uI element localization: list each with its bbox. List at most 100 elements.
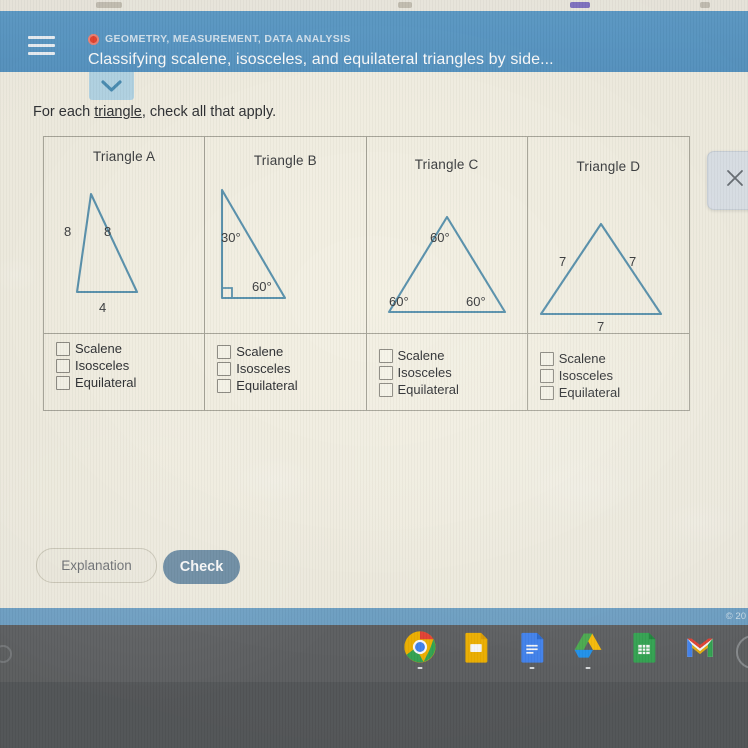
triangle-c-left-angle-label: 60° bbox=[389, 294, 409, 309]
checkbox-a-equilateral[interactable] bbox=[56, 375, 70, 390]
table-row-figures: Triangle A 8 8 4 Scalene Isosceles Equil… bbox=[44, 137, 689, 410]
google-sheets-icon[interactable] bbox=[627, 630, 661, 664]
checkbox-label-c-isosceles: Isosceles bbox=[397, 365, 452, 380]
checkbox-row-d-equilateral[interactable]: Equilateral bbox=[539, 385, 689, 400]
sliver-artifact bbox=[96, 2, 122, 8]
triangle-c-figure-area: Triangle C 60° 60° 60° bbox=[367, 137, 527, 333]
triangle-b-drawing: 30° 60° bbox=[205, 168, 365, 333]
checkbox-label-a-scalene: Scalene bbox=[75, 341, 122, 356]
checkbox-d-equilateral[interactable] bbox=[539, 385, 554, 400]
checkbox-label-b-equilateral: Equilateral bbox=[236, 378, 298, 393]
screenshot-root: GEOMETRY, MEASUREMENT, DATA ANALYSIS Cla… bbox=[0, 0, 748, 748]
checkbox-a-isosceles[interactable] bbox=[56, 358, 70, 373]
triangle-d-drawing: 7 7 7 bbox=[528, 174, 689, 334]
triangle-a-options: Scalene Isosceles Equilateral bbox=[44, 333, 205, 400]
instructions-before: For each bbox=[33, 104, 95, 120]
checkbox-row-a-isosceles[interactable]: Isosceles bbox=[56, 358, 204, 373]
triangle-cell-d: Triangle D 7 7 7 Scalene Isosceles Equil… bbox=[527, 137, 689, 410]
desk-surface bbox=[0, 682, 748, 748]
instructions-text: For each triangle, check all that apply. bbox=[33, 104, 276, 120]
close-icon bbox=[727, 170, 743, 186]
category-row: GEOMETRY, MEASUREMENT, DATA ANALYSIS bbox=[88, 33, 351, 45]
triangle-d-right-label: 7 bbox=[629, 254, 636, 269]
page-title: Classifying scalene, isosceles, and equi… bbox=[88, 51, 554, 68]
checkbox-label-a-isosceles: Isosceles bbox=[75, 358, 130, 373]
checkbox-label-d-equilateral: Equilateral bbox=[558, 385, 621, 400]
triangles-table: Triangle A 8 8 4 Scalene Isosceles Equil… bbox=[43, 136, 690, 411]
checkbox-b-equilateral[interactable] bbox=[217, 378, 232, 393]
checkbox-a-scalene[interactable] bbox=[56, 341, 70, 356]
triangle-c-right-angle-label: 60° bbox=[466, 294, 486, 309]
check-button-label: Check bbox=[179, 559, 224, 575]
gmail-icon[interactable] bbox=[683, 630, 717, 664]
checkbox-row-d-isosceles[interactable]: Isosceles bbox=[539, 368, 689, 383]
triangle-d-label: Triangle D bbox=[576, 159, 641, 174]
sliver-artifact bbox=[570, 2, 590, 8]
checkbox-label-a-equilateral: Equilateral bbox=[75, 375, 137, 390]
check-button[interactable]: Check bbox=[163, 550, 240, 584]
checkbox-row-b-equilateral[interactable]: Equilateral bbox=[217, 378, 365, 393]
chrome-icon[interactable] bbox=[403, 630, 437, 669]
checkbox-row-c-equilateral[interactable]: Equilateral bbox=[378, 382, 527, 397]
triangle-a-drawing: 8 8 4 bbox=[44, 164, 204, 333]
google-drive-icon[interactable] bbox=[571, 630, 605, 669]
triangle-c-drawing: 60° 60° 60° bbox=[367, 172, 527, 333]
shelf-icon-row bbox=[403, 630, 717, 669]
checkbox-row-b-isosceles[interactable]: Isosceles bbox=[217, 361, 365, 376]
explanation-button[interactable]: Explanation bbox=[36, 548, 157, 583]
chevron-down-icon bbox=[101, 80, 122, 92]
checkbox-d-scalene[interactable] bbox=[539, 351, 554, 366]
hamburger-menu-icon[interactable] bbox=[28, 36, 55, 56]
triangle-a-base-label: 4 bbox=[99, 300, 106, 315]
checkbox-c-equilateral[interactable] bbox=[378, 382, 393, 397]
red-circle-icon bbox=[88, 33, 99, 45]
checkbox-row-d-scalene[interactable]: Scalene bbox=[539, 351, 689, 366]
checkbox-b-isosceles[interactable] bbox=[217, 361, 232, 376]
triangle-d-base-label: 7 bbox=[597, 319, 604, 334]
checkbox-d-isosceles[interactable] bbox=[539, 368, 554, 383]
category-label: GEOMETRY, MEASUREMENT, DATA ANALYSIS bbox=[105, 33, 351, 45]
explanation-button-label: Explanation bbox=[61, 558, 132, 573]
checkbox-label-d-scalene: Scalene bbox=[558, 351, 606, 366]
expander-tab[interactable] bbox=[89, 72, 134, 100]
close-panel[interactable] bbox=[707, 151, 748, 210]
checkbox-label-b-isosceles: Isosceles bbox=[236, 361, 291, 376]
triangle-cell-b: Triangle B 30° 60° Scalene Isosceles Equ… bbox=[205, 137, 367, 410]
checkbox-label-c-equilateral: Equilateral bbox=[397, 382, 459, 397]
checkbox-row-b-scalene[interactable]: Scalene bbox=[217, 344, 365, 359]
google-slides-icon[interactable] bbox=[459, 630, 493, 664]
triangle-a-label: Triangle A bbox=[92, 149, 156, 164]
triangle-c-apex-angle-label: 60° bbox=[430, 230, 450, 245]
triangle-glossary-link[interactable]: triangle bbox=[94, 104, 142, 120]
triangle-a-figure-area: Triangle A 8 8 4 bbox=[44, 137, 204, 333]
triangle-d-options: Scalene Isosceles Equilateral bbox=[527, 333, 689, 410]
checkbox-row-c-isosceles[interactable]: Isosceles bbox=[378, 365, 527, 380]
running-indicator bbox=[529, 667, 535, 669]
triangle-a-right-label: 8 bbox=[104, 224, 111, 239]
checkbox-row-c-scalene[interactable]: Scalene bbox=[378, 348, 527, 363]
running-indicator bbox=[417, 667, 423, 669]
checkbox-row-a-equilateral[interactable]: Equilateral bbox=[56, 375, 204, 390]
triangle-c-label: Triangle C bbox=[414, 157, 479, 172]
triangle-b-figure-area: Triangle B 30° 60° bbox=[205, 137, 365, 333]
checkbox-row-a-scalene[interactable]: Scalene bbox=[56, 341, 204, 356]
triangle-a-left-label: 8 bbox=[64, 224, 71, 239]
triangle-c-options: Scalene Isosceles Equilateral bbox=[366, 333, 527, 407]
app-header: GEOMETRY, MEASUREMENT, DATA ANALYSIS Cla… bbox=[0, 11, 748, 72]
triangle-b-bottom-angle-label: 60° bbox=[252, 279, 272, 294]
google-docs-icon[interactable] bbox=[515, 630, 549, 669]
checkbox-label-c-scalene: Scalene bbox=[397, 348, 445, 363]
running-indicator bbox=[585, 667, 591, 669]
triangle-b-label: Triangle B bbox=[253, 153, 317, 168]
instructions-after: , check all that apply. bbox=[141, 104, 277, 120]
triangle-b-top-angle-label: 30° bbox=[221, 230, 241, 245]
sliver-artifact bbox=[700, 2, 710, 8]
checkbox-c-isosceles[interactable] bbox=[378, 365, 393, 380]
triangle-d-left-label: 7 bbox=[559, 254, 566, 269]
sliver-artifact bbox=[398, 2, 412, 8]
checkbox-b-scalene[interactable] bbox=[217, 344, 232, 359]
checkbox-label-d-isosceles: Isosceles bbox=[558, 368, 613, 383]
checkbox-c-scalene[interactable] bbox=[378, 348, 393, 363]
triangle-cell-a: Triangle A 8 8 4 Scalene Isosceles Equil… bbox=[44, 137, 206, 410]
triangle-d-figure-area: Triangle D 7 7 7 bbox=[528, 137, 689, 334]
